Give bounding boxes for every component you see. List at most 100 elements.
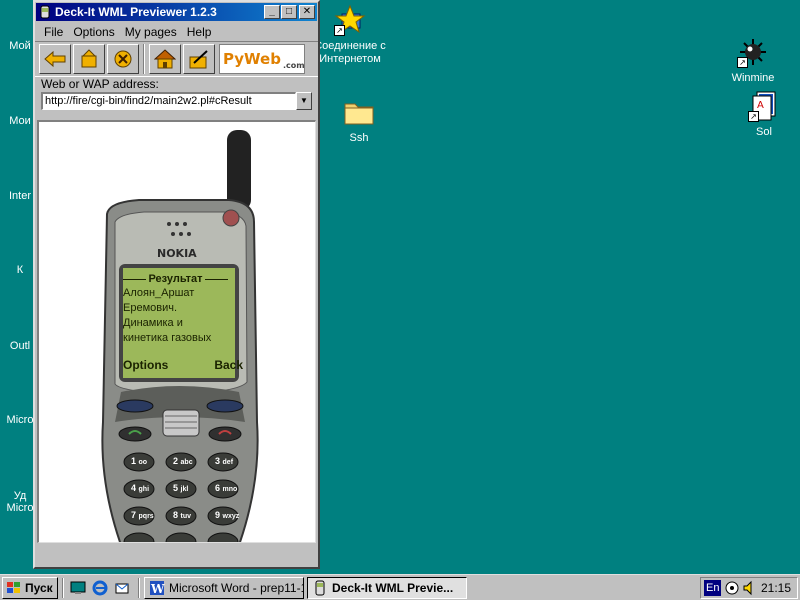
internet-explorer-icon xyxy=(92,580,108,595)
icon-label-line-2: Интернетом xyxy=(319,53,381,65)
menu-help-label: Help xyxy=(186,24,212,39)
show-desktop-button[interactable] xyxy=(68,578,88,598)
pyweb-brand: PyWeb xyxy=(223,50,281,68)
word-icon: W xyxy=(150,580,165,596)
key-6[interactable]: 6 mno xyxy=(215,483,237,493)
system-tray: En 21:15 xyxy=(700,577,798,599)
title-rule-left xyxy=(123,278,147,280)
outlook-express-button[interactable] xyxy=(112,578,132,598)
reload-button[interactable] xyxy=(73,44,105,74)
title-bar[interactable]: Deck-It WML Previewer 1.2.3 _ □ ✕ xyxy=(36,3,317,21)
phone-screen: Результат Алоян_Аршат Еремович. Динамика… xyxy=(123,272,243,382)
clock[interactable]: 21:15 xyxy=(761,581,791,595)
start-label: Пуск xyxy=(25,580,53,595)
volume-icon[interactable] xyxy=(742,580,758,596)
menu-file-label: File xyxy=(44,24,64,39)
tray-app-icon[interactable] xyxy=(724,580,740,596)
deck-it-window: Deck-It WML Previewer 1.2.3 _ □ ✕ File O… xyxy=(33,0,320,569)
svg-text:W: W xyxy=(150,582,165,596)
menu-file[interactable]: File xyxy=(39,25,68,39)
desktop-icon-internet-connection[interactable]: ↗ Соединение с Интернетом xyxy=(310,4,390,66)
key-2[interactable]: 2 abc xyxy=(173,456,193,466)
key-3[interactable]: 3 def xyxy=(215,456,233,466)
start-button[interactable]: Пуск xyxy=(2,576,58,599)
key-8[interactable]: 8 tuv xyxy=(173,510,191,520)
address-input[interactable]: http://fire/cgi-bin/find2/main2w2.pl#cRe… xyxy=(41,92,296,110)
key-7[interactable]: 7 pqrs xyxy=(131,510,154,520)
screen-text-line: кинетика газовых xyxy=(123,332,212,344)
key-digit: 2 xyxy=(173,456,179,466)
softkeys: Options Back xyxy=(123,358,243,373)
desktop-icon-ssh[interactable]: Ssh xyxy=(319,96,399,145)
key-9[interactable]: 9 wxyz xyxy=(215,510,239,520)
key-digit: 9 xyxy=(215,510,221,520)
key-letters: def xyxy=(222,459,234,466)
key-letters: ghi xyxy=(138,486,150,493)
toolbar-separator xyxy=(143,44,145,74)
key-digit: 4 xyxy=(131,483,137,493)
taskbar: Пуск W Microsoft Word - prep11-11 Deck-I… xyxy=(0,574,800,600)
address-row: http://fire/cgi-bin/find2/main2w2.pl#cRe… xyxy=(35,92,318,112)
key-1[interactable]: 1 oo xyxy=(131,456,147,466)
key-4[interactable]: 4 ghi xyxy=(131,483,149,493)
stop-icon xyxy=(114,50,132,68)
softkey-back[interactable]: Back xyxy=(214,358,243,373)
task-deck-it[interactable]: Deck-It WML Previe... xyxy=(307,576,467,599)
icon-label: Ssh xyxy=(349,132,369,144)
menu-options[interactable]: Options xyxy=(68,25,119,39)
softkey-options[interactable]: Options xyxy=(123,358,168,373)
screen-text-line: Алоян_Аршат xyxy=(123,287,195,299)
back-button[interactable] xyxy=(39,44,71,74)
menu-bar: File Options My pages Help xyxy=(35,22,318,41)
maximize-button[interactable]: □ xyxy=(281,5,297,19)
task-microsoft-word[interactable]: W Microsoft Word - prep11-11 xyxy=(144,576,304,599)
phone-viewport: NOKIA 1 oo 2 abc 3 def 4 ghi 5 jkl 6 mno… xyxy=(37,120,316,543)
phone-brand-text: NOKIA xyxy=(157,247,197,260)
screen-text-line: Динамика и xyxy=(123,317,183,329)
menu-my-pages[interactable]: My pages xyxy=(120,25,182,39)
menu-help[interactable]: Help xyxy=(182,25,217,39)
icon-label: Winmine xyxy=(731,72,775,84)
address-dropdown-button[interactable]: ▼ xyxy=(296,92,312,110)
key-digit: 5 xyxy=(173,483,179,493)
address-label: Web or WAP address: xyxy=(41,77,159,91)
internet-connection-icon: ↗ xyxy=(334,4,366,36)
key-5[interactable]: 5 jkl xyxy=(173,483,188,493)
taskbar-divider xyxy=(62,577,64,598)
key-digit: 3 xyxy=(215,456,221,466)
key-digit: 1 xyxy=(131,456,137,466)
task-label: Microsoft Word - prep11-11 xyxy=(169,580,304,595)
show-desktop-icon xyxy=(70,581,86,594)
desktop-icon-sol[interactable]: A ↗ Sol xyxy=(724,90,800,139)
edit-icon xyxy=(189,50,208,69)
pyweb-logo[interactable]: PyWeb .com xyxy=(219,44,305,74)
minimize-button[interactable]: _ xyxy=(264,5,280,19)
language-indicator[interactable]: En xyxy=(704,580,722,596)
phone-app-icon xyxy=(315,580,325,595)
menu-options-label: Options xyxy=(73,24,115,39)
internet-explorer-button[interactable] xyxy=(90,578,110,598)
home-icon xyxy=(154,49,176,69)
close-button[interactable]: ✕ xyxy=(299,5,315,19)
back-icon xyxy=(44,50,66,68)
key-letters: tuv xyxy=(180,513,192,520)
svg-text:A: A xyxy=(757,100,764,111)
key-digit: 8 xyxy=(173,510,179,520)
icon-label: Sol xyxy=(756,126,772,138)
key-letters: jkl xyxy=(180,486,189,493)
desktop-icon-winmine[interactable]: ↗ Winmine xyxy=(713,36,793,85)
key-digit: 6 xyxy=(215,483,221,493)
toolbar: PyWeb .com xyxy=(35,41,318,77)
edit-button[interactable] xyxy=(183,44,215,74)
home-button[interactable] xyxy=(149,44,181,74)
stop-button[interactable] xyxy=(107,44,139,74)
pyweb-domain: .com xyxy=(282,60,305,70)
folder-icon xyxy=(343,96,375,128)
key-letters: wxyz xyxy=(222,513,240,520)
key-letters: abc xyxy=(180,459,193,466)
key-letters: pqrs xyxy=(138,513,154,520)
screen-title: Результат xyxy=(148,272,203,285)
task-label: Deck-It WML Previe... xyxy=(332,580,454,595)
taskbar-divider xyxy=(138,577,140,598)
outlook-express-icon xyxy=(115,583,129,593)
